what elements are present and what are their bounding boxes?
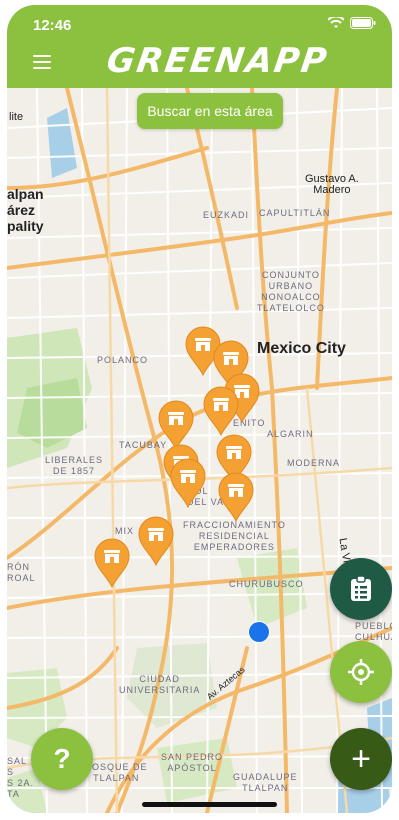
- map-label-san-pedro: SAN PEDRO APÓSTOL: [161, 752, 224, 773]
- help-button[interactable]: ?: [31, 728, 93, 790]
- store-marker[interactable]: [202, 386, 240, 437]
- store-marker-icon: [138, 516, 174, 567]
- map-label-lite: lite: [9, 111, 24, 123]
- status-icons: [328, 17, 376, 29]
- store-marker[interactable]: [137, 516, 175, 567]
- battery-icon: [350, 17, 376, 29]
- store-marker[interactable]: [169, 458, 207, 509]
- map-label-algarin: ALGARIN: [267, 429, 314, 439]
- map-label-bosque-tlalpan: BOSQUE DE TLALPAN: [85, 762, 148, 783]
- wifi-icon: [328, 17, 344, 28]
- home-indicator: [142, 802, 277, 807]
- map-label-euzkadi: EUZKADI: [203, 210, 250, 220]
- map-label-liberales: LIBERALES DE 1857: [45, 455, 104, 476]
- store-marker[interactable]: [157, 400, 195, 451]
- app-logo-title: GREENAPP: [104, 41, 331, 81]
- map-label-gustavo-madero: Gustavo A. Madero: [305, 173, 359, 196]
- question-icon: ?: [53, 743, 71, 774]
- app-header: 12:46 GREENAPP: [7, 5, 392, 88]
- map-label-sal: SAL S S 2A. TA: [7, 756, 35, 799]
- list-button[interactable]: [330, 558, 392, 620]
- map-label-alcaldia: alpan árez pality: [7, 186, 44, 234]
- app-screen: lite alpan árez pality Gustavo A. Madero…: [7, 5, 392, 813]
- map-label-culhuacan: PUEBLO CULHUAC: [355, 621, 392, 642]
- map-label-churubusco: CHURUBUSCO: [229, 579, 304, 589]
- store-marker[interactable]: [217, 472, 255, 523]
- map-label-moderna: MODERNA: [287, 458, 341, 468]
- clipboard-icon: [351, 576, 371, 601]
- status-time: 12:46: [33, 17, 72, 34]
- store-marker-icon: [170, 458, 206, 509]
- map-label-polanco: POLANCO: [97, 355, 149, 365]
- plus-icon: +: [351, 739, 371, 778]
- locate-me-button[interactable]: [330, 641, 392, 703]
- map-label-tlatelolco: CONJUNTO URBANO NONOALCO TLATELOLCO: [257, 270, 325, 313]
- map-view[interactable]: lite alpan árez pality Gustavo A. Madero…: [7, 88, 392, 813]
- store-marker-icon: [218, 472, 254, 523]
- add-place-button[interactable]: +: [330, 728, 392, 790]
- menu-button[interactable]: [33, 55, 51, 69]
- map-label-emperadores: FRACCIONAMIENTO RESIDENCIAL EMPERADORES: [183, 520, 286, 552]
- user-location-dot: [248, 621, 270, 643]
- map-label-mexico-city: Mexico City: [257, 340, 346, 357]
- map-label-ciudad-universitaria: CIUDAD UNIVERSITARIA: [119, 674, 201, 695]
- store-marker[interactable]: [93, 538, 131, 589]
- store-marker-icon: [203, 386, 239, 437]
- store-marker-icon: [94, 538, 130, 589]
- store-marker-icon: [158, 400, 194, 451]
- map-label-mix: MIX: [115, 526, 135, 536]
- map-label-capultitlan: CAPULTITLÁN: [259, 208, 331, 218]
- crosshair-icon: [348, 659, 374, 685]
- map-label-guadalupe: GUADALUPE TLALPAN: [233, 772, 298, 793]
- search-this-area-button[interactable]: Buscar en esta área: [137, 93, 283, 129]
- map-label-ron: RÓN ROAL: [7, 562, 36, 583]
